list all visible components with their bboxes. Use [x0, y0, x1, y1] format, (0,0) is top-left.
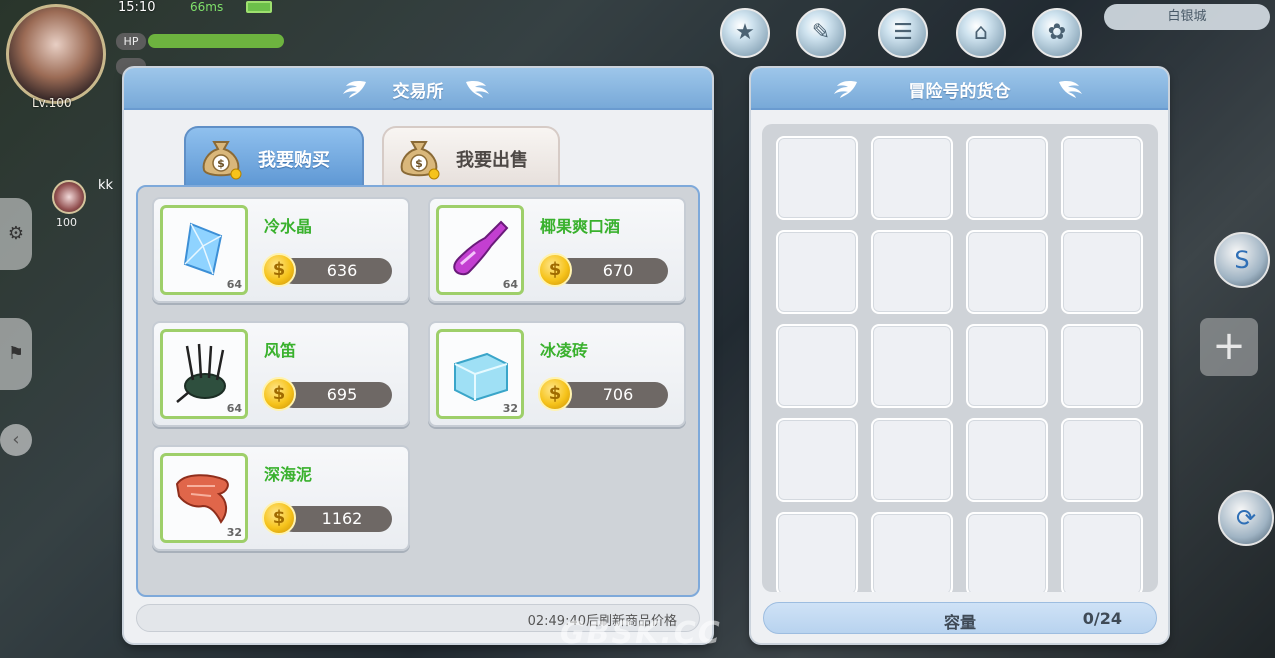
item-price: 1162 — [280, 506, 392, 532]
storage-slot[interactable] — [871, 418, 953, 502]
warehouse-title: 冒险号的货仓 — [908, 82, 1011, 102]
sea-mud-icon — [175, 474, 229, 524]
player-avatar[interactable] — [6, 4, 106, 104]
item-name: 深海泥 — [264, 465, 313, 484]
storage-slot[interactable] — [966, 512, 1048, 592]
storage-slot[interactable] — [776, 230, 858, 314]
tab-sell[interactable]: $ 我要出售 — [382, 126, 560, 186]
network-ping: 66ms — [190, 0, 224, 14]
storage-slot[interactable] — [776, 136, 858, 220]
svg-text:$: $ — [415, 157, 423, 170]
capacity-bar: 容量 0/24 — [763, 602, 1157, 634]
list-item[interactable]: 64 风笛 695 $ — [152, 321, 410, 427]
item-quantity: 64 — [226, 402, 242, 415]
item-thumbnail: 32 — [436, 329, 524, 419]
side-menu-button[interactable]: ⚙ — [0, 198, 32, 270]
storage-slot[interactable] — [1061, 230, 1143, 314]
pet-level: 100 — [56, 216, 77, 229]
item-thumbnail: 32 — [160, 453, 248, 543]
storage-slot[interactable] — [776, 324, 858, 408]
item-name: 风笛 — [264, 341, 297, 360]
storage-slot[interactable] — [776, 418, 858, 502]
list-item[interactable]: 64 椰果爽口酒 670 $ — [428, 197, 686, 303]
bottle-icon — [453, 220, 509, 276]
money-bag-icon: $ — [198, 136, 244, 180]
side-flag-button[interactable]: ⚑ — [0, 318, 32, 390]
item-name: 冰凌砖 — [540, 341, 589, 360]
first-charge-icon[interactable]: ★ — [720, 8, 770, 58]
item-price: 695 — [280, 382, 392, 408]
wing-right-icon — [1057, 78, 1085, 100]
pond-icon[interactable]: ⌂ — [956, 8, 1006, 58]
battery-icon — [246, 1, 272, 13]
storage-slot[interactable] — [1061, 136, 1143, 220]
item-price: 636 — [280, 258, 392, 284]
storage-slot[interactable] — [966, 136, 1048, 220]
site-watermark: GBSK.CC — [560, 616, 722, 651]
market-header: 交易所 — [124, 68, 712, 110]
tab-buy-label: 我要购买 — [258, 150, 330, 171]
ice-brick-icon — [454, 352, 508, 402]
list-item[interactable]: 32 深海泥 1162 $ — [152, 445, 410, 551]
clock-time: 15:10 — [118, 0, 156, 15]
tab-buy[interactable]: $ 我要购买 — [184, 126, 364, 186]
item-name: 椰果爽口酒 — [540, 217, 621, 236]
market-title: 交易所 — [392, 82, 444, 102]
storage-slot[interactable] — [871, 512, 953, 592]
pet-avatar[interactable] — [52, 180, 86, 214]
wing-right-icon — [464, 78, 492, 100]
storage-slot[interactable] — [966, 324, 1048, 408]
storage-slot[interactable] — [1061, 512, 1143, 592]
item-thumbnail: 64 — [160, 329, 248, 419]
pet-name: kk — [98, 178, 114, 193]
coin-icon: $ — [538, 377, 572, 411]
skill-icon[interactable]: S — [1214, 232, 1270, 288]
storage-slot[interactable] — [871, 230, 953, 314]
tab-sell-label: 我要出售 — [456, 150, 528, 171]
hp-bar — [148, 34, 284, 48]
item-quantity: 64 — [502, 278, 518, 291]
player-level: Lv.100 — [32, 96, 72, 110]
svg-text:$: $ — [217, 157, 225, 170]
hp-label: HP — [116, 33, 146, 50]
octopus-icon[interactable]: ✿ — [1032, 8, 1082, 58]
collapse-arrow-icon[interactable]: ‹ — [0, 424, 32, 456]
list-item[interactable]: 64 冷水晶 636 $ — [152, 197, 410, 303]
storage-slot[interactable] — [871, 324, 953, 408]
item-price: 670 — [556, 258, 668, 284]
storage-slot[interactable] — [1061, 324, 1143, 408]
coin-icon: $ — [538, 253, 572, 287]
item-quantity: 32 — [226, 526, 242, 539]
city-name: 白银城 — [1104, 4, 1270, 30]
storage-slot[interactable] — [966, 418, 1048, 502]
warehouse-header: 冒险号的货仓 — [751, 68, 1168, 110]
capacity-value: 0/24 — [1082, 609, 1122, 628]
item-list: 64 冷水晶 636 $ 64 椰果爽口酒 670 $ 64 风笛 695 $ … — [136, 185, 700, 597]
item-quantity: 32 — [502, 402, 518, 415]
coin-icon: $ — [262, 501, 296, 535]
coin-icon: $ — [262, 377, 296, 411]
storage-slot[interactable] — [871, 136, 953, 220]
daily-task-icon[interactable]: ☰ — [878, 8, 928, 58]
daily-must-icon[interactable]: ✎ — [796, 8, 846, 58]
money-bag-icon: $ — [396, 136, 442, 180]
add-button[interactable]: + — [1200, 318, 1258, 376]
list-item[interactable]: 32 冰凌砖 706 $ — [428, 321, 686, 427]
item-price: 706 — [556, 382, 668, 408]
item-thumbnail: 64 — [160, 205, 248, 295]
item-name: 冷水晶 — [264, 217, 313, 236]
storage-slot[interactable] — [1061, 418, 1143, 502]
warehouse-grid — [762, 124, 1158, 592]
bagpipe-icon — [176, 343, 226, 403]
item-quantity: 64 — [226, 278, 242, 291]
storage-slot[interactable] — [966, 230, 1048, 314]
switch-icon[interactable]: ⟳ — [1218, 490, 1274, 546]
crystal-icon — [183, 222, 223, 276]
item-thumbnail: 64 — [436, 205, 524, 295]
coin-icon: $ — [262, 253, 296, 287]
storage-slot[interactable] — [776, 512, 858, 592]
